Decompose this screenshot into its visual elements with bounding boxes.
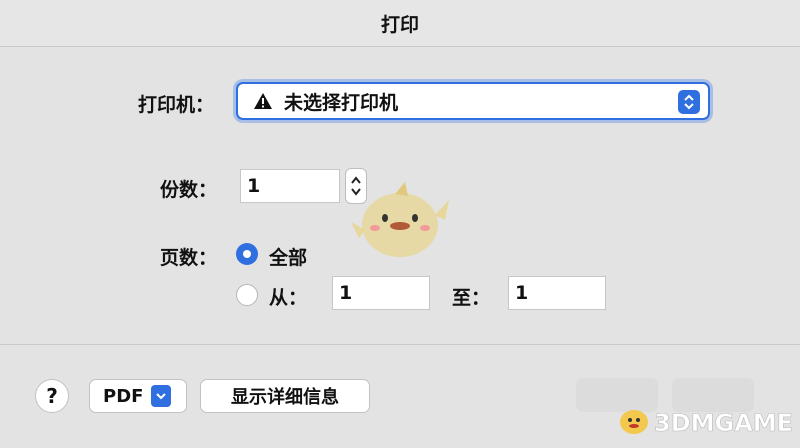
title-bar: 打印	[0, 0, 800, 47]
pdf-button-label: PDF	[103, 385, 144, 407]
radio-all-label: 全部	[269, 247, 308, 269]
updown-chevron-icon	[678, 90, 700, 114]
mascot-watermark-icon	[351, 182, 449, 257]
footer-divider	[0, 344, 800, 345]
page-to-label: 至：	[452, 287, 491, 309]
printer-selected-value: 未选择打印机	[284, 91, 399, 114]
warning-icon	[252, 90, 274, 112]
page-from-field[interactable]: 1	[332, 276, 430, 310]
copies-label: 份数：	[160, 179, 218, 201]
chevron-down-icon	[151, 385, 172, 407]
window-title: 打印	[380, 13, 419, 36]
site-watermark-logo: 3DMGAME	[616, 400, 796, 440]
radio-from-label: 从：	[269, 287, 308, 309]
show-details-button[interactable]: 显示详细信息	[200, 379, 370, 413]
help-button[interactable]: ?	[35, 379, 69, 413]
page-to-field[interactable]: 1	[508, 276, 606, 310]
svg-text:3DMGAME: 3DMGAME	[654, 409, 793, 437]
pdf-menu-button[interactable]: PDF	[89, 379, 187, 413]
printer-select[interactable]: 未选择打印机	[236, 82, 710, 120]
copies-field[interactable]: 1	[240, 169, 340, 203]
printer-label: 打印机：	[138, 94, 215, 116]
radio-page-range[interactable]	[236, 284, 258, 306]
radio-all-pages[interactable]	[236, 243, 258, 265]
pages-label: 页数：	[160, 247, 218, 269]
